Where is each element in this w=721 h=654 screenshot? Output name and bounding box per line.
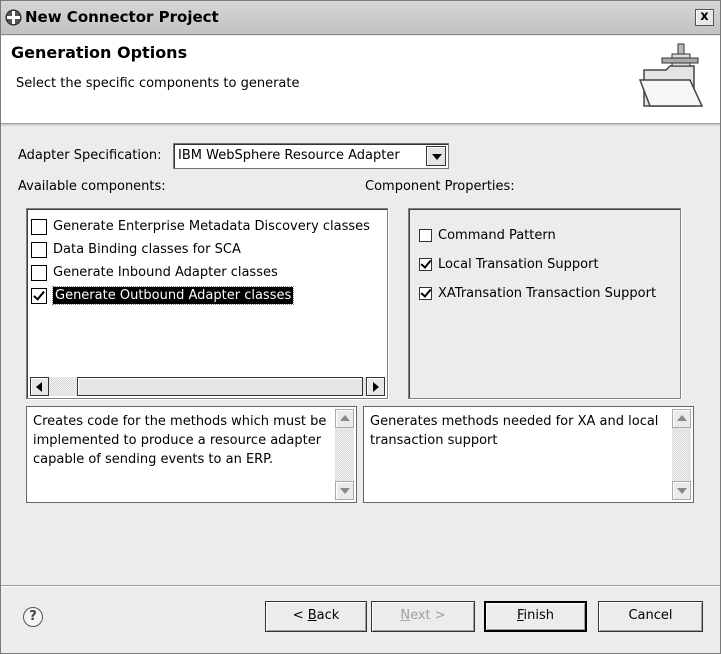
available-components-label: Available components:	[18, 179, 166, 194]
scrollbar-thumb[interactable]	[77, 377, 363, 396]
vertical-scrollbar[interactable]	[335, 409, 354, 500]
next-rest: ext >	[410, 608, 446, 623]
component-properties-panel: Command Pattern Local Transation Support…	[408, 208, 681, 399]
folder-connector-icon	[638, 43, 704, 107]
list-item[interactable]: Generate Inbound Adapter classes	[31, 261, 383, 284]
help-icon[interactable]: ?	[23, 607, 43, 627]
page-title: Generation Options	[11, 43, 188, 62]
checkbox-data-binding[interactable]	[31, 241, 47, 258]
list-item-label: Generate Outbound Adapter classes	[51, 286, 295, 305]
finish-button[interactable]: Finish	[484, 601, 587, 632]
next-mnemonic: N	[400, 608, 411, 623]
scroll-up-icon[interactable]	[335, 409, 354, 428]
close-button[interactable]: x	[695, 9, 714, 26]
title-bar[interactable]: New Connector Project x	[1, 1, 720, 35]
page-description: Select the specific components to genera…	[16, 76, 300, 91]
scroll-down-icon[interactable]	[672, 481, 691, 500]
list-item[interactable]: Command Pattern	[419, 221, 656, 250]
checkbox-inbound[interactable]	[31, 264, 47, 281]
horizontal-scrollbar[interactable]	[30, 377, 385, 396]
new-connector-project-dialog: New Connector Project x Generation Optio…	[0, 0, 721, 654]
scroll-up-icon[interactable]	[672, 409, 691, 428]
checkbox-command-pattern[interactable]	[419, 229, 432, 242]
component-description-box[interactable]: Creates code for the methods which must …	[26, 406, 357, 503]
checkbox-emd[interactable]	[31, 218, 47, 235]
property-label: Local Transation Support	[438, 257, 599, 272]
list-item-label: Data Binding classes for SCA	[53, 242, 241, 257]
adapter-spec-label: Adapter Specification:	[18, 148, 162, 163]
checkbox-xa-transaction[interactable]	[419, 287, 432, 300]
back-mnemonic: B	[307, 608, 317, 623]
adapter-spec-value: IBM WebSphere Resource Adapter	[178, 148, 400, 163]
list-item[interactable]: Local Transation Support	[419, 250, 656, 279]
list-item-label: Generate Enterprise Metadata Discovery c…	[53, 219, 370, 234]
list-item[interactable]: XATransation Transaction Support	[419, 279, 656, 308]
list-item[interactable]: Generate Enterprise Metadata Discovery c…	[31, 215, 383, 238]
list-item[interactable]: Data Binding classes for SCA	[31, 238, 383, 261]
finish-rest: inish	[523, 608, 555, 623]
components-items: Generate Enterprise Metadata Discovery c…	[31, 215, 383, 307]
scroll-down-icon[interactable]	[335, 481, 354, 500]
chevron-down-icon[interactable]	[426, 146, 446, 166]
adapter-spec-dropdown[interactable]: IBM WebSphere Resource Adapter	[173, 143, 449, 169]
property-description: Generates methods needed for XA and loca…	[370, 414, 659, 448]
wizard-header: Generation Options Select the specific c…	[1, 36, 720, 124]
scroll-left-icon[interactable]	[30, 377, 49, 396]
checkbox-local-transaction[interactable]	[419, 258, 432, 271]
connector-project-icon	[5, 9, 22, 26]
property-label: Command Pattern	[438, 228, 556, 243]
available-components-list[interactable]: Generate Enterprise Metadata Discovery c…	[26, 208, 388, 399]
footer-divider	[1, 585, 720, 587]
back-button[interactable]: < Back	[265, 601, 367, 632]
component-description: Creates code for the methods which must …	[33, 414, 327, 467]
vertical-scrollbar[interactable]	[672, 409, 691, 500]
component-properties-label: Component Properties:	[365, 179, 515, 194]
close-icon: x	[700, 9, 709, 24]
property-description-box[interactable]: Generates methods needed for XA and loca…	[363, 406, 694, 503]
property-label: XATransation Transaction Support	[438, 286, 657, 301]
window-title: New Connector Project	[25, 8, 219, 26]
list-item-label: Generate Inbound Adapter classes	[53, 265, 278, 280]
header-divider	[1, 124, 720, 126]
list-item[interactable]: Generate Outbound Adapter classes	[31, 284, 383, 307]
checkbox-outbound[interactable]	[31, 287, 47, 304]
cancel-button[interactable]: Cancel	[598, 601, 703, 632]
back-rest: ack	[316, 608, 340, 623]
properties-items: Command Pattern Local Transation Support…	[419, 221, 656, 308]
next-button[interactable]: Next >	[371, 601, 475, 632]
back-prefix: <	[292, 608, 308, 623]
scroll-right-icon[interactable]	[366, 377, 385, 396]
